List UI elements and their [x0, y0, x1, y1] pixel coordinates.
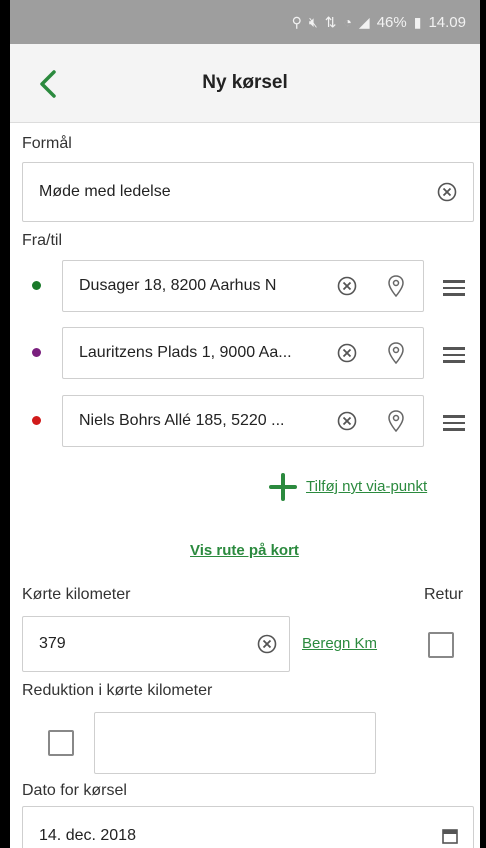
route-point-1-address: Dusager 18, 8200 Aarhus N	[79, 277, 277, 294]
route-point-2-address: Lauritzens Plads 1, 9000 Aa...	[79, 344, 292, 361]
route-dot-via	[32, 348, 41, 357]
route-dot-start	[32, 281, 41, 290]
purpose-label: Formål	[22, 135, 72, 152]
location-icon: ⚲	[291, 14, 302, 30]
return-checkbox[interactable]	[428, 632, 454, 658]
date-field[interactable]: 14. dec. 2018	[22, 806, 474, 848]
purpose-field[interactable]: Møde med ledelse	[22, 162, 474, 222]
route-point-3-field[interactable]: Niels Bohrs Allé 185, 5220 ...	[62, 395, 424, 447]
clear-icon[interactable]	[257, 634, 277, 654]
route-point-1-field[interactable]: Dusager 18, 8200 Aarhus N	[62, 260, 424, 312]
reduction-label: Reduktion i kørte kilometer	[22, 682, 213, 699]
wifi-icon: ◔	[343, 14, 352, 30]
app-bar: Ny kørsel	[10, 44, 480, 123]
route-label: Fra/til	[22, 232, 62, 249]
map-pin-icon[interactable]	[387, 410, 405, 432]
calendar-icon[interactable]	[441, 827, 459, 845]
mute-icon: 🔇︎	[308, 14, 318, 30]
signal-icon: ◢	[358, 14, 370, 30]
add-via-point-link[interactable]: Tilføj nyt via-punkt	[306, 478, 427, 495]
purpose-value: Møde med ledelse	[39, 183, 171, 200]
km-value: 379	[39, 635, 66, 652]
calculate-km-button[interactable]: Beregn Km	[302, 635, 377, 652]
battery-percent: 46%	[376, 13, 407, 31]
map-pin-icon[interactable]	[387, 342, 405, 364]
km-label: Kørte kilometer	[22, 586, 131, 603]
drag-handle-icon[interactable]	[443, 280, 465, 298]
clear-icon[interactable]	[437, 182, 457, 202]
route-point-2-field[interactable]: Lauritzens Plads 1, 9000 Aa...	[62, 327, 424, 379]
drag-handle-icon[interactable]	[443, 415, 465, 433]
reduction-checkbox[interactable]	[48, 730, 74, 756]
show-route-link[interactable]: Vis rute på kort	[190, 542, 299, 559]
back-arrow-icon[interactable]	[30, 66, 66, 102]
network-icon: ⇅	[324, 14, 337, 30]
map-pin-icon[interactable]	[387, 275, 405, 297]
add-icon[interactable]	[268, 472, 298, 502]
phone-screen: ⚲ 🔇︎ ⇅ ◔ ◢ 46% ▮ 14.09 Ny kørsel Formål …	[10, 0, 480, 848]
page-title: Ny kørsel	[202, 72, 288, 93]
return-label: Retur	[424, 586, 464, 603]
km-field[interactable]: 379	[22, 616, 290, 672]
clock: 14.09	[428, 13, 466, 31]
date-label: Dato for kørsel	[22, 782, 127, 799]
clear-icon[interactable]	[337, 411, 357, 431]
route-dot-end	[32, 416, 41, 425]
status-bar: ⚲ 🔇︎ ⇅ ◔ ◢ 46% ▮ 14.09	[10, 0, 480, 44]
route-point-3-address: Niels Bohrs Allé 185, 5220 ...	[79, 412, 285, 429]
battery-icon: ▮	[413, 14, 422, 30]
clear-icon[interactable]	[337, 343, 357, 363]
clear-icon[interactable]	[337, 276, 357, 296]
drag-handle-icon[interactable]	[443, 347, 465, 365]
date-value: 14. dec. 2018	[39, 827, 136, 844]
reduction-field[interactable]	[94, 712, 376, 774]
